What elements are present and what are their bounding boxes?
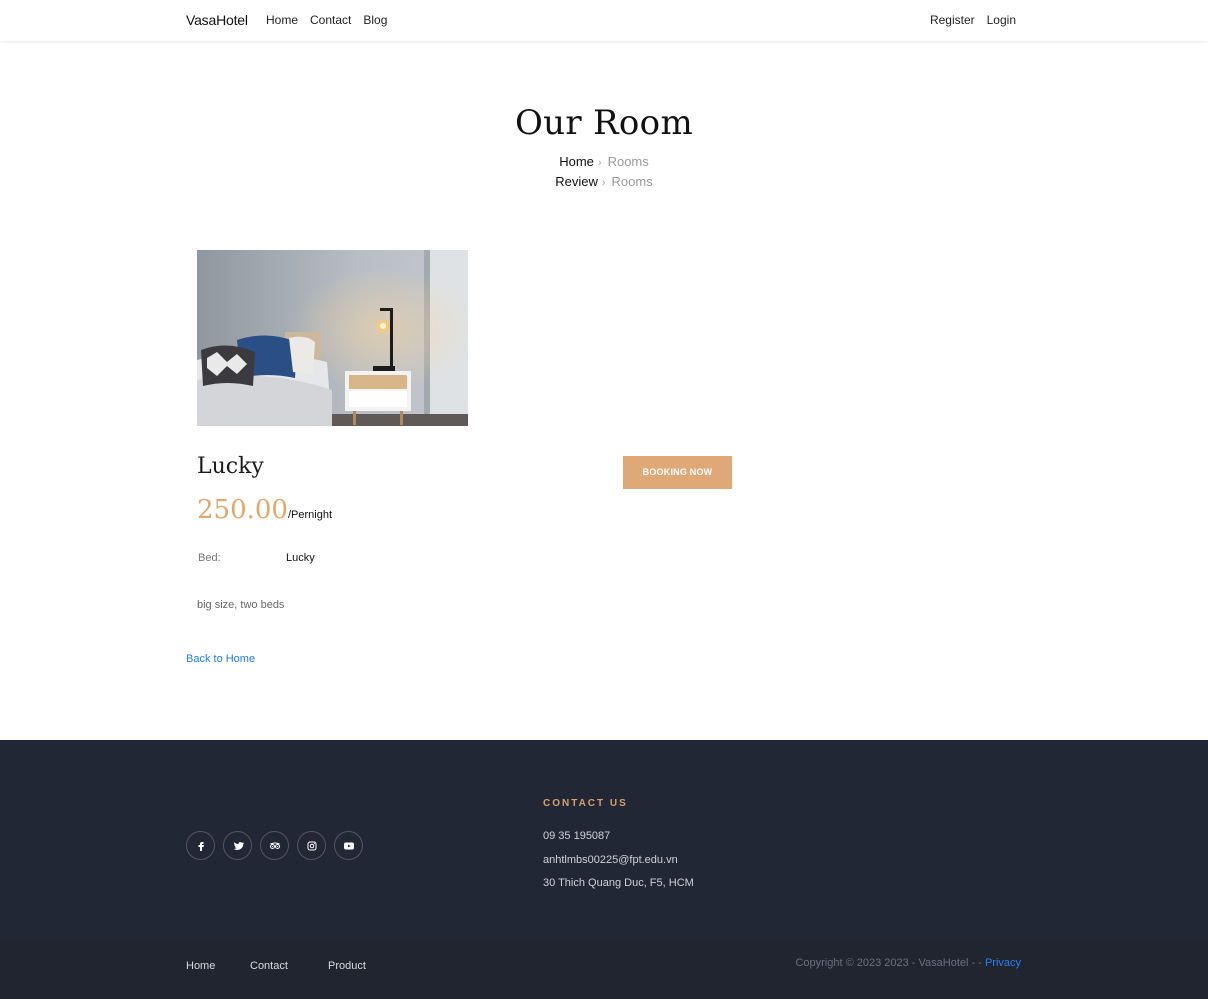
room-name: Lucky [197,454,264,479]
privacy-link[interactable]: Privacy [985,957,1021,969]
bed-label: Bed: [198,552,221,564]
footer-link-product[interactable]: Product [328,960,366,972]
twitter-icon[interactable] [223,831,252,860]
register-link[interactable]: Register [930,13,975,27]
bed-value: Lucky [286,552,315,564]
room-description: big size, two beds [197,599,285,611]
contact-phone: 09 35 195087 [543,830,611,842]
nav-link-blog[interactable]: Blog [363,13,387,27]
room-image [197,250,468,426]
instagram-icon[interactable] [297,831,326,860]
booking-now-button[interactable]: BOOKING NOW [623,456,732,489]
copyright-text: Copyright © 2023 2023 - VasaHotel - - [795,957,985,969]
youtube-icon[interactable] [334,831,363,860]
breadcrumb: Home › Rooms [0,154,1208,169]
breadcrumb-separator-icon: › [597,157,602,169]
top-navbar: VasaHotel Home Contact Blog Register Log… [0,0,1208,41]
contact-heading: CONTACT US [543,798,628,809]
breadcrumb-current: Rooms [607,154,649,169]
nav-link-contact[interactable]: Contact [310,13,351,27]
nav-link-home[interactable]: Home [266,13,298,27]
price-unit: /Pernight [287,509,333,521]
tripadvisor-icon[interactable] [260,831,289,860]
contact-address: 30 Thich Quang Duc, F5, HCM [543,877,694,889]
breadcrumb-separator-icon: › [601,177,606,189]
social-links [186,831,363,860]
contact-email: anhtlmbs00225@fpt.edu.vn [543,854,678,866]
brand-logo[interactable]: VasaHotel [186,12,248,28]
back-to-home-link[interactable]: Back to Home [186,653,255,665]
copyright: Copyright © 2023 2023 - VasaHotel - - Pr… [795,957,1021,969]
price-value: 250.00 [197,495,288,525]
login-link[interactable]: Login [987,13,1016,27]
primary-nav: Home Contact Blog [266,13,387,27]
breadcrumb-home[interactable]: Home [559,154,594,169]
footer-link-contact[interactable]: Contact [250,960,288,972]
page-title: Our Room [514,103,693,143]
footer-bottom-bar [0,939,1208,999]
account-nav: Register Login [930,13,1016,27]
breadcrumb-current: Rooms [611,174,653,189]
room-price: 250.00/Pernight [197,495,332,525]
breadcrumb-review-link[interactable]: Review [555,174,598,189]
facebook-icon[interactable] [186,831,215,860]
breadcrumb-review: Review › Rooms [0,174,1208,189]
footer-link-home[interactable]: Home [186,960,215,972]
